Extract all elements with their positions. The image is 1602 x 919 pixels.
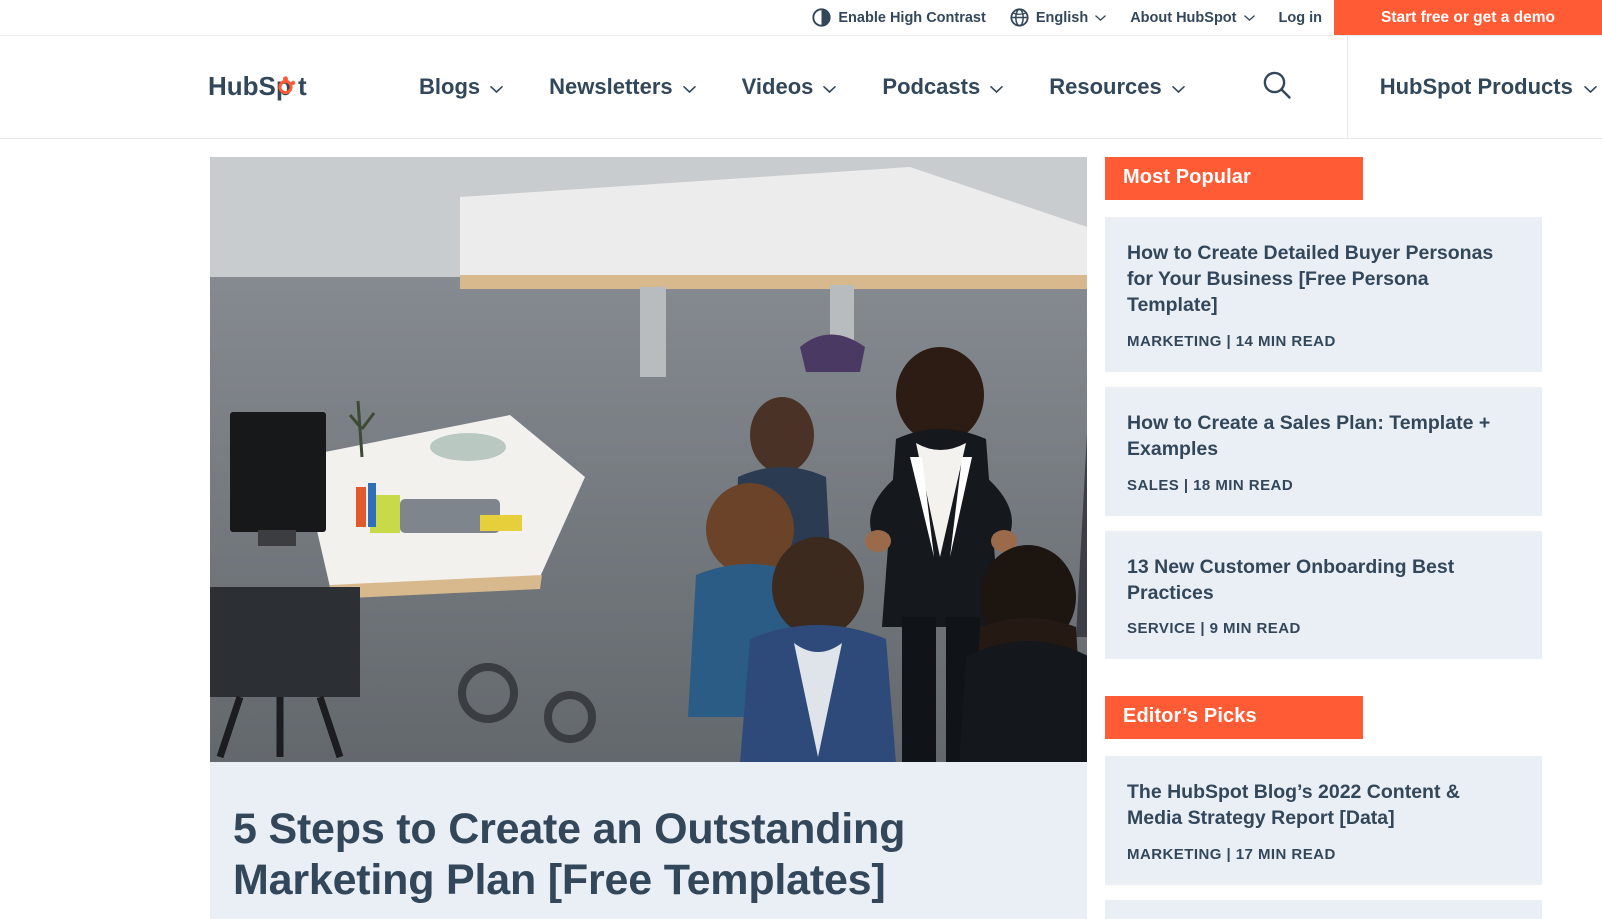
search-icon <box>1260 68 1294 107</box>
about-hubspot-label: About HubSpot <box>1130 9 1237 26</box>
nav-item-videos-label: Videos <box>741 74 814 99</box>
sidebar-article-meta: SERVICE | 9 MIN READ <box>1127 620 1301 638</box>
contrast-icon <box>812 8 831 27</box>
about-hubspot-menu[interactable]: About HubSpot <box>1118 0 1266 35</box>
sidebar-article-title: The HubSpot Blog’s 2022 Content & Media … <box>1127 781 1460 830</box>
chevron-down-icon <box>1243 10 1255 26</box>
sidebar-article-card[interactable]: 13 New Customer Onboarding Best Practice… <box>1105 530 1542 660</box>
sidebar-article-meta: SALES | 18 MIN READ <box>1127 476 1294 494</box>
sidebar-article-card[interactable]: 17 Best Sales Strategies, Plans, & Initi… <box>1105 900 1542 919</box>
chevron-down-icon <box>1171 74 1185 100</box>
nav-item-blogs-label: Blogs <box>419 74 481 99</box>
nav-item-podcasts[interactable]: Podcasts <box>859 74 1026 100</box>
featured-article-body[interactable]: 5 Steps to Create an Outstanding Marketi… <box>210 762 1087 919</box>
start-free-or-get-demo-button[interactable]: Start free or get a demo <box>1334 0 1602 35</box>
chevron-down-icon <box>823 74 837 100</box>
sidebar-article-title: How to Create Detailed Buyer Personas fo… <box>1127 242 1494 316</box>
svg-text:t: t <box>298 71 307 101</box>
chevron-down-icon <box>990 74 1004 100</box>
sidebar-article-meta: MARKETING | 17 MIN READ <box>1127 846 1336 864</box>
hubspot-logo[interactable]: HubSp t <box>208 70 318 104</box>
sidebar-article-title: How to Create a Sales Plan: Template + E… <box>1127 411 1491 460</box>
nav-item-hubspot-products-label: HubSpot Products <box>1379 74 1573 99</box>
start-free-label: Start free or get a demo <box>1381 8 1555 26</box>
language-label: English <box>1035 9 1089 26</box>
globe-icon <box>1010 8 1029 27</box>
section-badge-most-popular: Most Popular <box>1105 157 1363 200</box>
language-selector[interactable]: English <box>998 0 1118 35</box>
featured-article-title: 5 Steps to Create an Outstanding Marketi… <box>233 805 906 905</box>
nav-item-blogs[interactable]: Blogs <box>396 74 526 100</box>
chevron-down-icon <box>490 74 503 100</box>
log-in-label: Log in <box>1278 9 1323 26</box>
page-content: 5 Steps to Create an Outstanding Marketi… <box>0 139 1602 919</box>
sidebar: Most Popular How to Create Detailed Buye… <box>1105 157 1542 919</box>
main-navigation: HubSp t Blogs Newsletters Videos Podcast… <box>0 35 1602 139</box>
sidebar-article-title: 13 New Customer Onboarding Best Practice… <box>1127 555 1455 604</box>
enable-high-contrast-label: Enable High Contrast <box>838 9 986 26</box>
nav-item-resources[interactable]: Resources <box>1026 74 1208 100</box>
nav-item-videos[interactable]: Videos <box>719 74 860 100</box>
sidebar-article-card[interactable]: The HubSpot Blog’s 2022 Content & Media … <box>1105 756 1542 886</box>
section-badge-editors-picks: Editor’s Picks <box>1105 696 1363 740</box>
log-in-link[interactable]: Log in <box>1267 0 1335 35</box>
utility-bar: Enable High Contrast English About HubSp… <box>0 0 1602 36</box>
sidebar-article-meta: MARKETING | 14 MIN READ <box>1127 332 1336 350</box>
enable-high-contrast-toggle[interactable]: Enable High Contrast <box>800 0 997 35</box>
nav-item-newsletters[interactable]: Newsletters <box>526 74 719 100</box>
nav-item-hubspot-products[interactable]: HubSpot Products <box>1348 74 1597 100</box>
nav-item-podcasts-label: Podcasts <box>882 74 981 99</box>
chevron-down-icon <box>1095 10 1106 26</box>
sidebar-article-card[interactable]: How to Create a Sales Plan: Template + E… <box>1105 386 1542 516</box>
sidebar-article-card[interactable]: How to Create Detailed Buyer Personas fo… <box>1105 217 1542 372</box>
nav-item-resources-label: Resources <box>1049 74 1162 99</box>
nav-links: Blogs Newsletters Videos Podcasts Resour… <box>396 74 1208 100</box>
nav-item-newsletters-label: Newsletters <box>549 74 673 99</box>
featured-article-image[interactable] <box>210 157 1087 762</box>
chevron-down-icon <box>1584 74 1597 100</box>
featured-article: 5 Steps to Create an Outstanding Marketi… <box>210 157 1087 919</box>
search-button[interactable] <box>1260 68 1294 107</box>
chevron-down-icon <box>682 74 696 100</box>
